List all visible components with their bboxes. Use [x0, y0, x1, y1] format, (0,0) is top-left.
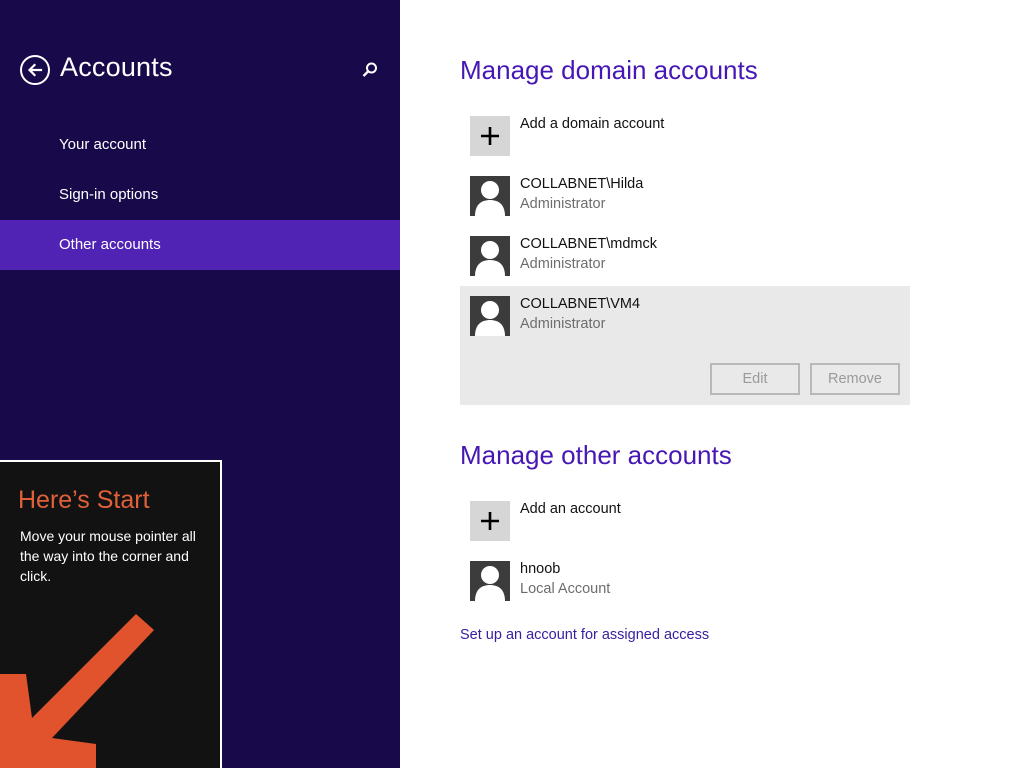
nav-item-other-accounts[interactable]: Other accounts — [0, 220, 400, 270]
assigned-access-link[interactable]: Set up an account for assigned access — [460, 627, 709, 643]
search-icon[interactable] — [361, 61, 379, 79]
edit-button[interactable]: Edit — [710, 363, 800, 395]
other-accounts-heading: Manage other accounts — [460, 440, 732, 470]
settings-nav: Your account Sign-in options Other accou… — [0, 120, 400, 270]
add-account-button[interactable]: Add an account — [460, 491, 910, 551]
account-item-hilda[interactable]: COLLABNET\Hilda Administrator — [460, 166, 910, 226]
plus-icon — [481, 512, 499, 530]
account-name: COLLABNET\Hilda — [520, 176, 644, 192]
start-tip: Here’s Start Move your mouse pointer all… — [0, 460, 222, 768]
user-avatar-icon — [470, 176, 510, 216]
plus-icon — [481, 127, 499, 145]
account-role: Administrator — [520, 316, 606, 332]
selected-account-panel: COLLABNET\VM4 Administrator Edit Remove — [460, 286, 910, 405]
user-avatar-icon — [470, 561, 510, 601]
start-corner-arrow-icon — [0, 614, 154, 768]
user-avatar-icon — [470, 236, 510, 276]
back-arrow-icon — [27, 63, 43, 77]
domain-accounts-heading: Manage domain accounts — [460, 55, 758, 85]
add-domain-account-button[interactable]: Add a domain account — [460, 106, 910, 166]
account-name: COLLABNET\VM4 — [520, 296, 641, 312]
add-domain-account-tile — [470, 116, 510, 156]
account-item-hnoob[interactable]: hnoob Local Account — [460, 551, 910, 611]
left-pane: Accounts Your account Sign-in options Ot… — [0, 0, 400, 768]
page-title: Accounts — [60, 52, 173, 82]
add-account-label: Add an account — [520, 501, 621, 517]
start-tip-title: Here’s Start — [18, 486, 150, 514]
add-domain-account-label: Add a domain account — [520, 116, 665, 132]
nav-item-your-account[interactable]: Your account — [0, 120, 400, 170]
user-avatar-icon — [470, 296, 510, 336]
right-pane: Manage domain accounts Add a domain acco… — [400, 0, 1024, 768]
account-item-mdmck[interactable]: COLLABNET\mdmck Administrator — [460, 226, 910, 286]
account-name: COLLABNET\mdmck — [520, 236, 657, 252]
account-item-vm4[interactable]: COLLABNET\VM4 Administrator — [460, 286, 910, 346]
remove-button[interactable]: Remove — [810, 363, 900, 395]
start-tip-body: Move your mouse pointer all the way into… — [20, 528, 196, 584]
account-role: Administrator — [520, 256, 606, 272]
account-role: Local Account — [520, 581, 611, 597]
account-name: hnoob — [520, 561, 561, 577]
account-role: Administrator — [520, 196, 606, 212]
nav-item-sign-in-options[interactable]: Sign-in options — [0, 170, 400, 220]
add-account-tile — [470, 501, 510, 541]
back-button[interactable] — [20, 55, 50, 85]
